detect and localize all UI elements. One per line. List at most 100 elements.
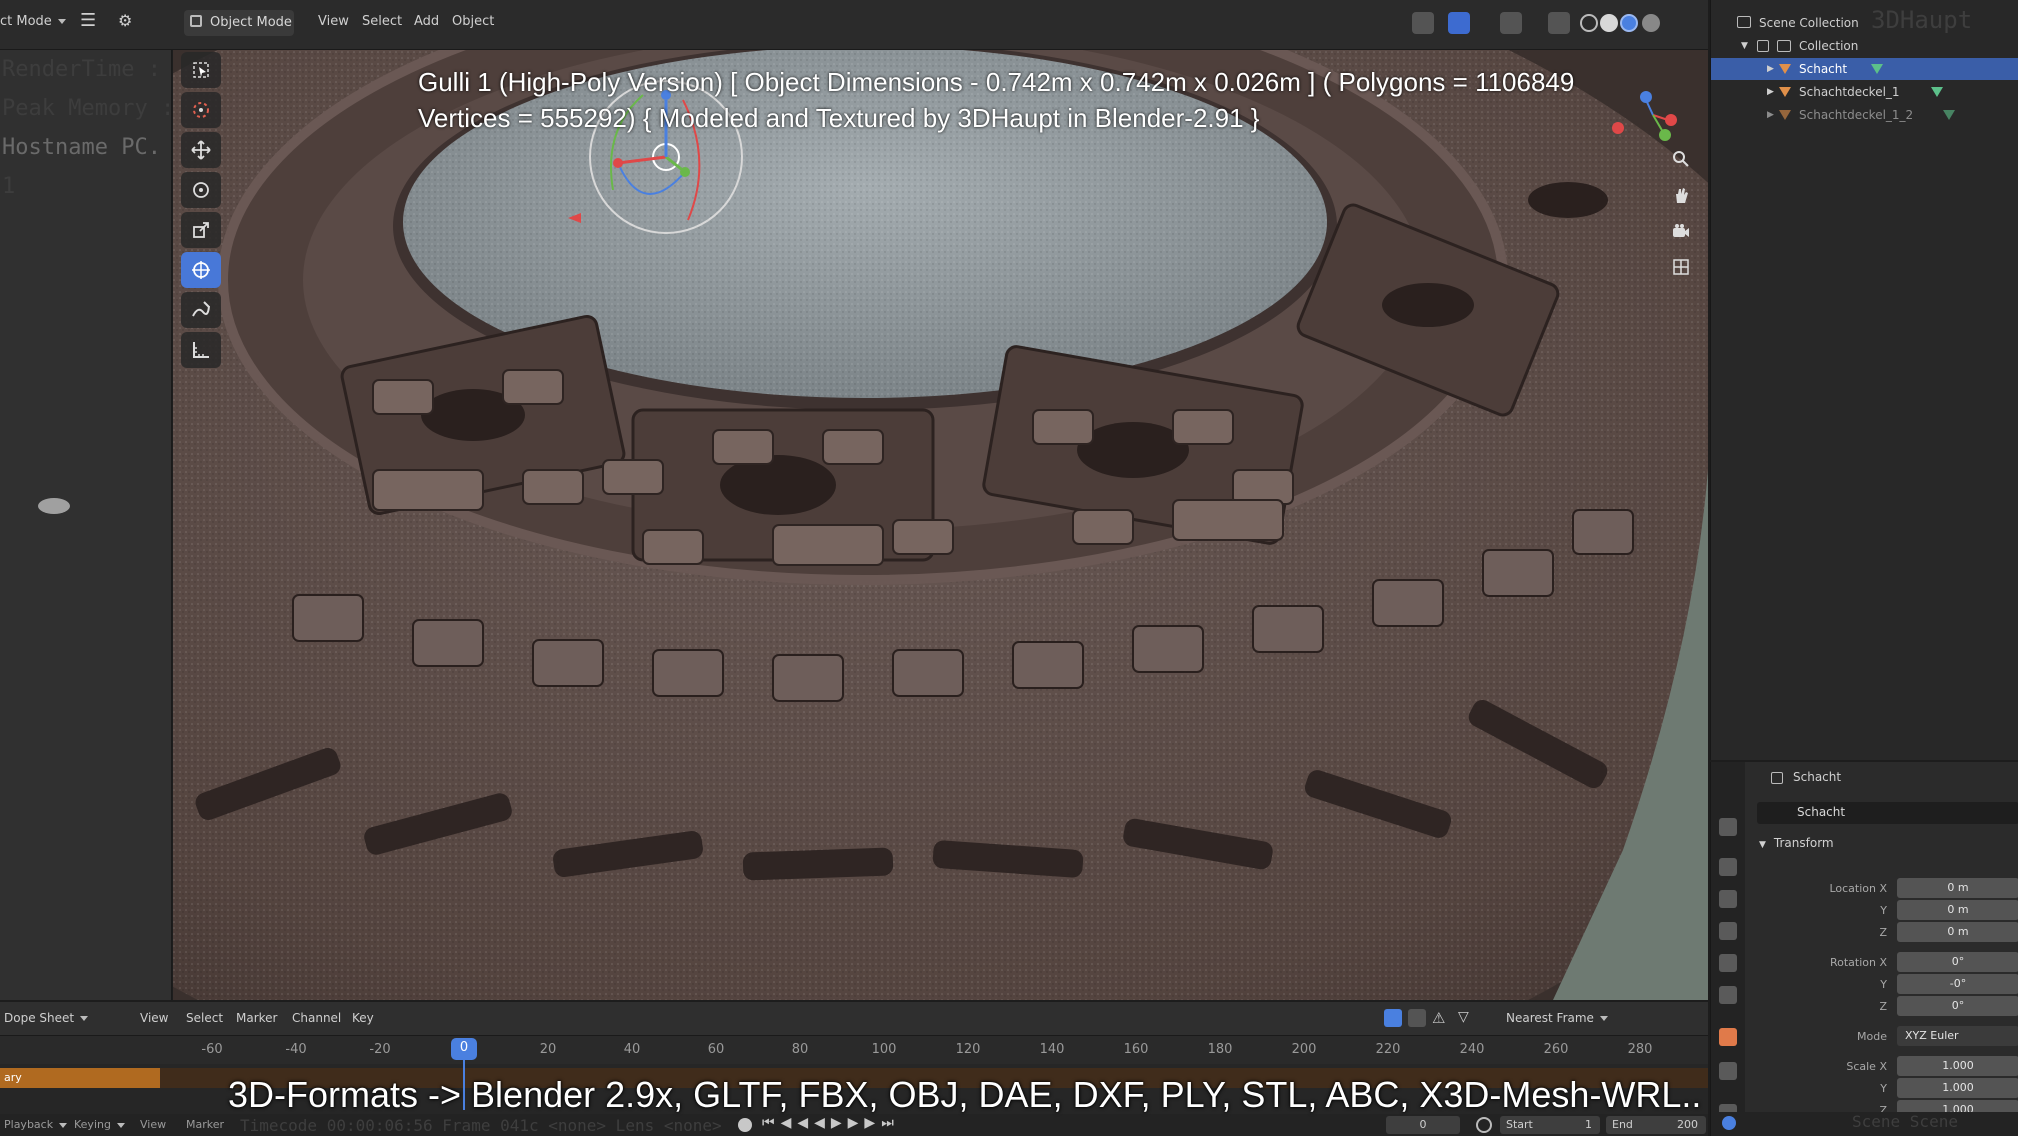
outliner-row-schachtdeckel-1-2[interactable]: ▶ Schachtdeckel_1_2: [1711, 104, 2018, 126]
select-box-icon[interactable]: [181, 52, 221, 88]
mesh-data-icon[interactable]: [1931, 87, 1943, 97]
rotation-z-field[interactable]: 0°: [1897, 996, 2018, 1016]
timeline-menu-select[interactable]: Select: [186, 1011, 223, 1025]
overlays-icon[interactable]: [1500, 12, 1522, 34]
keying-label: Keying: [74, 1118, 111, 1131]
timeline-footer: Playback Keying View Marker Timecode 00:…: [0, 1114, 1708, 1136]
hidden-icon[interactable]: [1408, 1009, 1426, 1027]
timeline-menu-view[interactable]: View: [140, 1011, 168, 1025]
playback-controls[interactable]: ⏮◀◀◀▶▶▶⏭: [762, 1115, 900, 1131]
view-layer-tab-icon[interactable]: [1719, 922, 1737, 940]
gizmo-icon[interactable]: [1448, 12, 1470, 34]
scene-tab-icon[interactable]: [1719, 954, 1737, 972]
object-mode-icon: [190, 15, 202, 27]
object-name-field[interactable]: Schacht: [1757, 802, 2018, 824]
output-tab-icon[interactable]: [1719, 890, 1737, 908]
mesh-data-icon[interactable]: [1943, 110, 1955, 120]
clock-icon[interactable]: [1476, 1117, 1492, 1133]
solid-shading-icon[interactable]: [1600, 14, 1618, 32]
keying-menu[interactable]: Keying: [74, 1118, 125, 1131]
menu-add[interactable]: Add: [414, 14, 439, 29]
outliner-label: Schachtdeckel_1_2: [1799, 108, 1914, 122]
chevron-down-icon: [1599, 1016, 1608, 1021]
scale-x-field[interactable]: 1.000: [1897, 1056, 2018, 1076]
expand-arrow-icon[interactable]: ▶: [1767, 110, 1774, 120]
footer-view-menu[interactable]: View: [140, 1118, 166, 1131]
menu-view[interactable]: View: [318, 14, 349, 29]
timeline-menu-marker[interactable]: Marker: [236, 1011, 277, 1025]
timeline-menu-key[interactable]: Key: [352, 1011, 374, 1025]
expand-arrow-icon[interactable]: ▼: [1741, 41, 1748, 51]
editor-type-dropdown[interactable]: Dope Sheet: [4, 1011, 89, 1025]
expand-arrow-icon[interactable]: ▶: [1767, 87, 1774, 97]
rotation-x-label: Rotation X: [1829, 956, 1887, 969]
footer-marker-menu[interactable]: Marker: [186, 1118, 224, 1131]
measure-icon[interactable]: [181, 332, 221, 368]
summary-channel[interactable]: ary: [0, 1068, 160, 1088]
snap-dropdown[interactable]: Nearest Frame: [1506, 1011, 1608, 1025]
move-icon[interactable]: [181, 132, 221, 168]
grid-icon[interactable]: [1666, 254, 1696, 280]
menu-select[interactable]: Select: [362, 14, 402, 29]
end-frame-field[interactable]: End 200: [1606, 1116, 1706, 1134]
current-frame-field[interactable]: 0: [1386, 1116, 1460, 1134]
outliner-row-scene-collection[interactable]: Scene Collection: [1711, 12, 2018, 34]
expand-arrow-icon[interactable]: ▶: [1767, 64, 1774, 74]
scale-y-label: Y: [1880, 1082, 1887, 1095]
location-y-field[interactable]: 0 m: [1897, 900, 2018, 920]
rotation-y-field[interactable]: -0°: [1897, 974, 2018, 994]
rotate-icon[interactable]: [181, 172, 221, 208]
timeline-menu-channel[interactable]: Channel: [292, 1011, 341, 1025]
visibility-icon[interactable]: [1412, 12, 1434, 34]
start-frame-field[interactable]: Start 1: [1500, 1116, 1600, 1134]
rotation-x-field[interactable]: 0°: [1897, 952, 2018, 972]
scale-y-field[interactable]: 1.000: [1897, 1078, 2018, 1098]
scale-icon[interactable]: [181, 212, 221, 248]
wireframe-shading-icon[interactable]: [1580, 14, 1598, 32]
cursor-icon[interactable]: [181, 92, 221, 128]
checkbox-icon[interactable]: [1757, 40, 1769, 52]
frame-ruler[interactable]: -60 -40 -20 20 40 60 80 100 120 140 160 …: [0, 1036, 1708, 1064]
section-title: Transform: [1773, 836, 1834, 850]
outliner-row-collection[interactable]: ▼ Collection: [1711, 35, 2018, 57]
playhead[interactable]: 0: [451, 1038, 477, 1060]
warning-icon[interactable]: ⚠: [1432, 1009, 1445, 1027]
rotation-z-label: Z: [1879, 1000, 1887, 1013]
3d-viewport[interactable]: Gulli 1 (High-Poly Version) [ Object Dim…: [173, 50, 1708, 1000]
chevron-down-icon: [116, 1122, 125, 1128]
overlay-icon[interactable]: ⚙: [118, 11, 132, 30]
location-x-field[interactable]: 0 m: [1897, 878, 2018, 898]
mesh-data-icon[interactable]: [1871, 64, 1883, 74]
outliner-row-schacht[interactable]: ▶ Schacht: [1711, 58, 2018, 80]
ruler-tick: -40: [285, 1042, 307, 1057]
object-tab-icon[interactable]: [1719, 1028, 1737, 1046]
record-icon[interactable]: [738, 1118, 752, 1132]
material-shading-icon[interactable]: [1620, 14, 1638, 32]
pan-icon[interactable]: [1666, 182, 1696, 208]
playback-menu[interactable]: Playback: [4, 1118, 68, 1131]
camera-icon[interactable]: [1666, 218, 1696, 244]
model-info-caption: Gulli 1 (High-Poly Version) [ Object Dim…: [418, 64, 1574, 136]
zoom-icon[interactable]: [1666, 146, 1696, 172]
world-tab-icon[interactable]: [1719, 986, 1737, 1004]
object-mode-dropdown[interactable]: Object Mode: [184, 10, 294, 36]
location-z-field[interactable]: 0 m: [1897, 922, 2018, 942]
rotation-y-label: Y: [1880, 978, 1887, 991]
rendered-shading-icon[interactable]: [1642, 14, 1660, 32]
menu-object[interactable]: Object: [452, 14, 494, 29]
ruler-tick: -20: [369, 1042, 391, 1057]
transform-icon[interactable]: [181, 252, 221, 288]
mode-selector-left[interactable]: ct Mode: [0, 14, 66, 29]
tool-tab-icon[interactable]: [1719, 818, 1737, 836]
modifier-tab-icon[interactable]: [1719, 1062, 1737, 1080]
xray-icon[interactable]: [1548, 12, 1570, 34]
only-selected-icon[interactable]: [1384, 1009, 1402, 1027]
outliner-row-schachtdeckel-1[interactable]: ▶ Schachtdeckel_1: [1711, 81, 2018, 103]
menu-icon[interactable]: ☰: [80, 10, 96, 31]
filter-icon[interactable]: ▽: [1458, 1009, 1469, 1025]
render-tab-icon[interactable]: [1719, 858, 1737, 876]
annotate-icon[interactable]: [181, 292, 221, 328]
rotation-mode-select[interactable]: XYZ Euler: [1897, 1026, 2018, 1046]
transform-section-header[interactable]: ▼ Transform: [1759, 836, 1834, 850]
start-label: Start: [1506, 1118, 1533, 1131]
